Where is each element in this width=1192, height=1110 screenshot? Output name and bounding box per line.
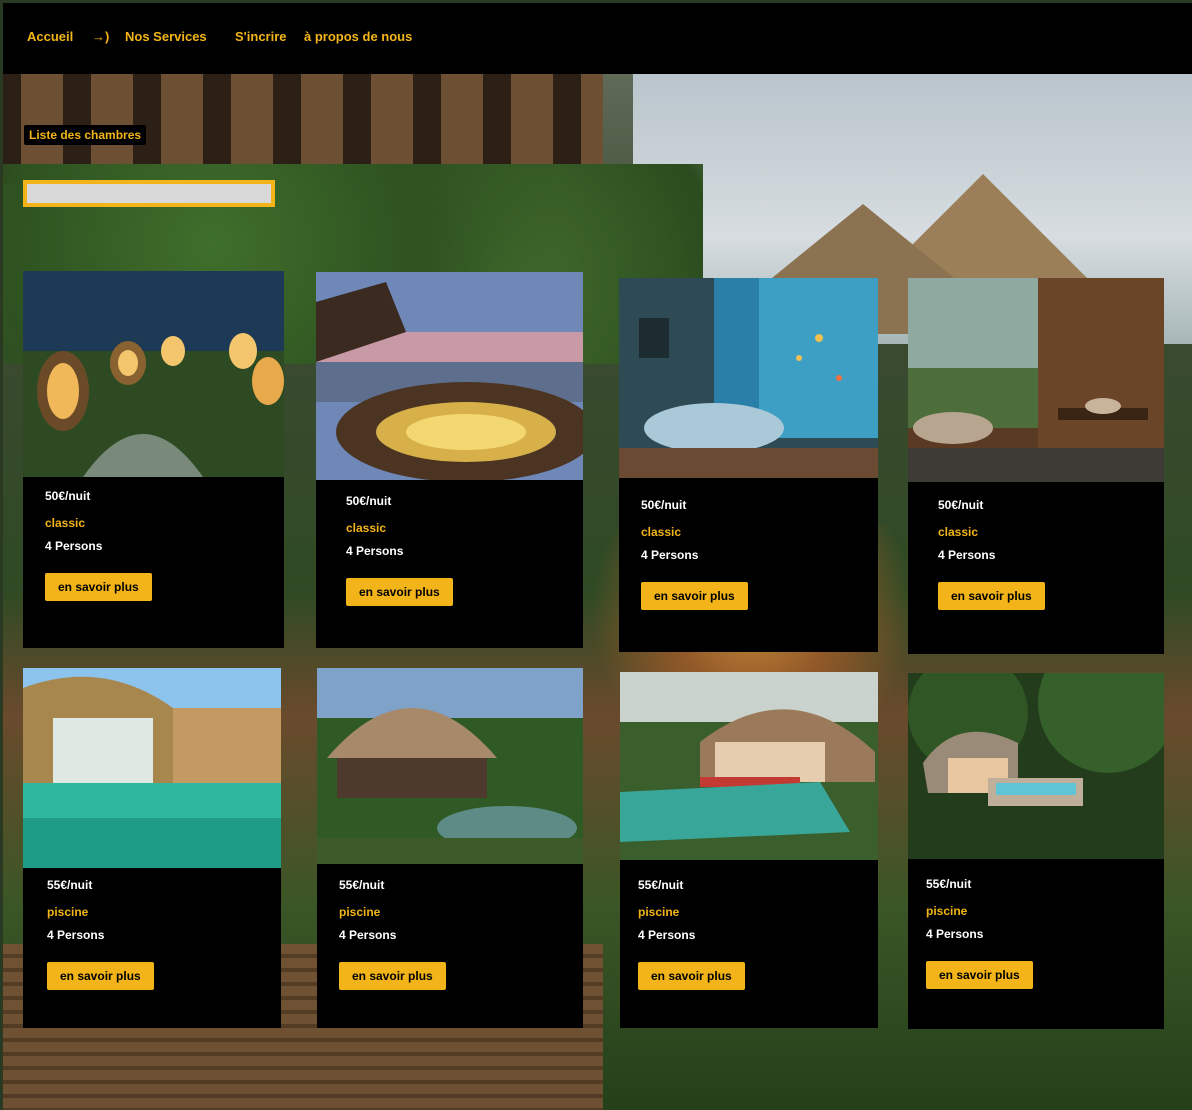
room-category: classic xyxy=(346,521,387,535)
room-price: 50€/nuit xyxy=(346,494,392,508)
room-category: classic xyxy=(641,525,682,539)
modern-villa-pool-image xyxy=(23,668,281,868)
nav-link-about[interactable]: à propos de nous xyxy=(304,29,412,44)
room-category: piscine xyxy=(638,905,680,919)
room-capacity: 4 Persons xyxy=(926,927,984,941)
room-capacity: 4 Persons xyxy=(938,548,996,562)
room-price: 55€/nuit xyxy=(926,877,972,891)
room-price: 50€/nuit xyxy=(641,498,687,512)
learn-more-button[interactable]: en savoir plus xyxy=(638,962,745,990)
room-card-6: 55€/nuit piscine 4 Persons en savoir plu… xyxy=(317,668,583,1028)
underwater-bedroom-image xyxy=(619,278,878,478)
room-category: piscine xyxy=(47,905,89,919)
room-card-7: 55€/nuit piscine 4 Persons en savoir plu… xyxy=(620,672,878,1028)
room-card-5: 55€/nuit piscine 4 Persons en savoir plu… xyxy=(23,668,281,1028)
room-price: 50€/nuit xyxy=(45,489,91,503)
room-category: classic xyxy=(938,525,979,539)
learn-more-button[interactable]: en savoir plus xyxy=(926,961,1033,989)
room-category: piscine xyxy=(339,905,381,919)
sunset-terrace-lounge-image xyxy=(316,272,583,480)
search-input[interactable] xyxy=(23,180,275,207)
treetop-nest-pool-image xyxy=(908,673,1164,859)
nest-villa-pool-image xyxy=(620,672,878,860)
learn-more-button[interactable]: en savoir plus xyxy=(339,962,446,990)
room-category: piscine xyxy=(926,904,968,918)
login-arrow-icon[interactable]: →) xyxy=(92,29,109,44)
room-price: 55€/nuit xyxy=(638,878,684,892)
room-capacity: 4 Persons xyxy=(45,539,103,553)
room-capacity: 4 Persons xyxy=(638,928,696,942)
learn-more-button[interactable]: en savoir plus xyxy=(346,578,453,606)
room-card-8: 55€/nuit piscine 4 Persons en savoir plu… xyxy=(908,673,1164,1029)
room-capacity: 4 Persons xyxy=(339,928,397,942)
treehouse-bathroom-image xyxy=(908,278,1164,482)
learn-more-button[interactable]: en savoir plus xyxy=(45,573,152,601)
room-price: 55€/nuit xyxy=(47,878,93,892)
nav-link-services[interactable]: Nos Services xyxy=(125,29,207,44)
nav-link-signup[interactable]: S'incrire xyxy=(235,29,287,44)
top-navbar: Accueil →) Nos Services S'incrire à prop… xyxy=(3,3,1192,74)
room-price: 55€/nuit xyxy=(339,878,385,892)
room-category: classic xyxy=(45,516,86,530)
room-card-4: 50€/nuit classic 4 Persons en savoir plu… xyxy=(908,278,1164,654)
room-card-1: 50€/nuit classic 4 Persons en savoir plu… xyxy=(23,271,284,648)
room-card-3: 50€/nuit classic 4 Persons en savoir plu… xyxy=(619,278,878,652)
learn-more-button[interactable]: en savoir plus xyxy=(641,582,748,610)
nav-link-home[interactable]: Accueil xyxy=(27,29,73,44)
dome-villa-pool-image xyxy=(317,668,583,864)
room-capacity: 4 Persons xyxy=(47,928,105,942)
room-price: 50€/nuit xyxy=(938,498,984,512)
room-card-2: 50€/nuit classic 4 Persons en savoir plu… xyxy=(316,272,583,648)
learn-more-button[interactable]: en savoir plus xyxy=(47,962,154,990)
room-capacity: 4 Persons xyxy=(346,544,404,558)
room-capacity: 4 Persons xyxy=(641,548,699,562)
learn-more-button[interactable]: en savoir plus xyxy=(938,582,1045,610)
rooms-list-label: Liste des chambres xyxy=(24,125,147,145)
cabin-lanterns-forest-image xyxy=(23,271,284,477)
